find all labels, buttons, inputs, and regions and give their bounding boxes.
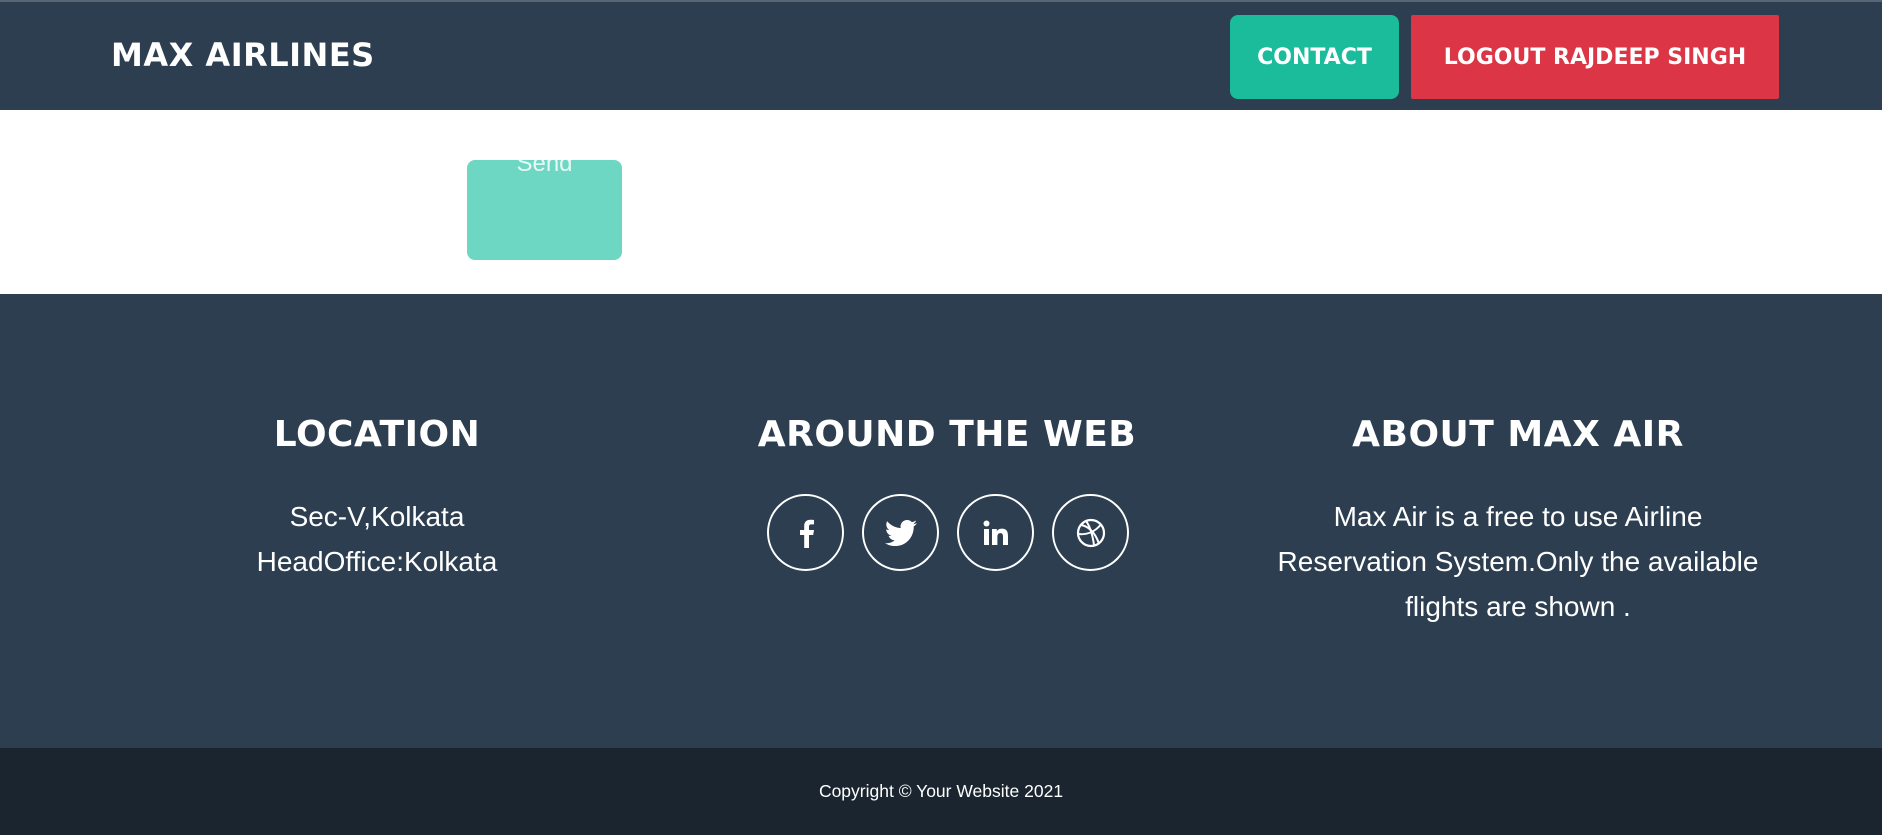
linkedin-icon: [983, 520, 1008, 545]
about-heading: ABOUT MAX AIR: [1352, 414, 1684, 455]
around-web-heading: AROUND THE WEB: [757, 414, 1137, 455]
copyright-text: Copyright © Your Website 2021: [818, 781, 1064, 801]
footer: LOCATION Sec-V,Kolkata HeadOffice:Kolkat…: [0, 294, 1882, 748]
facebook-icon: [799, 519, 814, 548]
dribbble-button[interactable]: [1052, 494, 1129, 571]
social-links: [767, 494, 1129, 571]
logout-button[interactable]: LOGOUT RAJDEEP SINGH: [1411, 15, 1779, 99]
dribbble-icon: [1076, 518, 1105, 547]
location-line-2: HeadOffice:Kolkata: [256, 546, 498, 577]
send-button-label: Send: [516, 160, 573, 177]
brand-logo[interactable]: MAX AIRLINES: [111, 36, 375, 74]
page-content: Send: [0, 110, 1882, 294]
facebook-button[interactable]: [767, 494, 844, 571]
contact-button[interactable]: CONTACT: [1230, 15, 1399, 99]
copyright-bar: Copyright © Your Website 2021: [0, 748, 1882, 835]
linkedin-button[interactable]: [957, 494, 1034, 571]
location-heading: LOCATION: [273, 414, 481, 455]
twitter-icon: [884, 519, 917, 546]
navbar: MAX AIRLINES CONTACT LOGOUT RAJDEEP SING…: [0, 0, 1882, 110]
twitter-button[interactable]: [862, 494, 939, 571]
location-line-1: Sec-V,Kolkata: [289, 501, 465, 532]
send-button[interactable]: Send: [467, 160, 622, 260]
location-text: Sec-V,Kolkata HeadOffice:Kolkata: [177, 494, 577, 584]
about-text: Max Air is a free to use Airline Reserva…: [1277, 501, 1759, 622]
